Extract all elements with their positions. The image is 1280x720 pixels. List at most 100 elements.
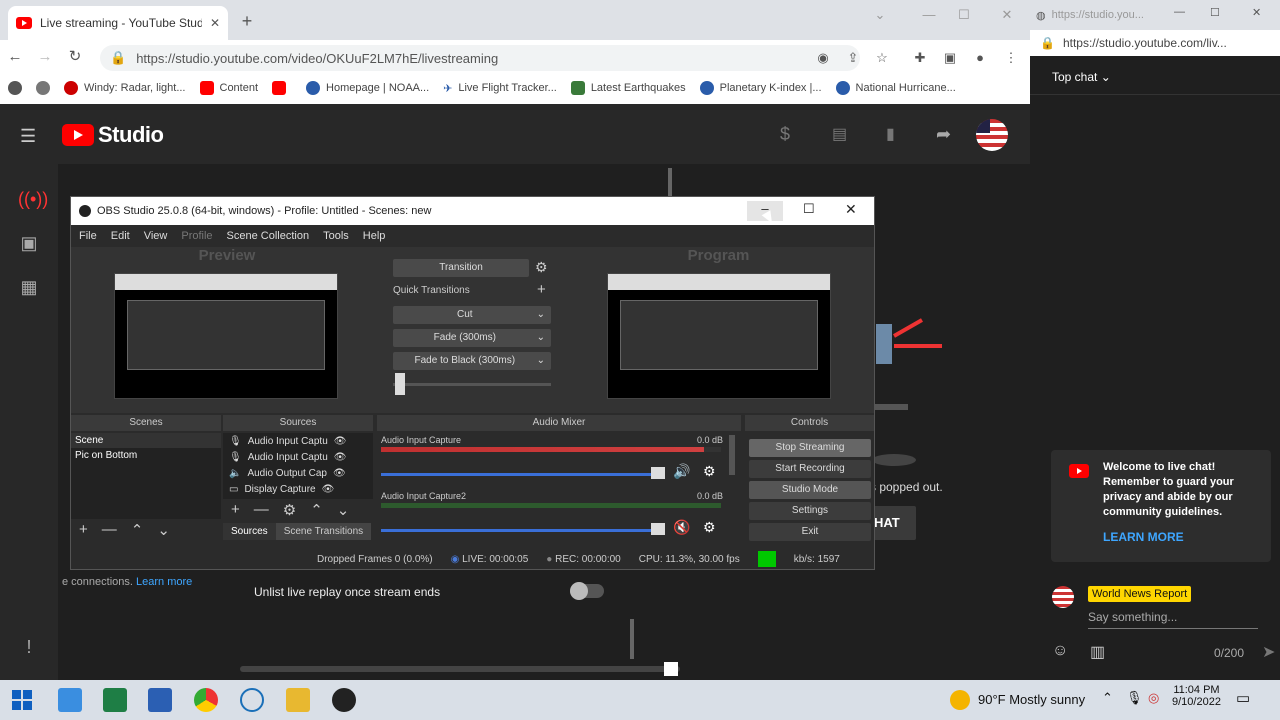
maximize-icon[interactable]: ☐ xyxy=(1210,6,1220,19)
avatar[interactable] xyxy=(976,119,1008,151)
down-icon[interactable]: ⌄ xyxy=(157,521,170,539)
volume-slider[interactable] xyxy=(381,473,661,476)
close-icon[interactable]: ✕ xyxy=(1252,6,1261,19)
send-icon[interactable]: ➤ xyxy=(1262,642,1275,662)
volume-slider-handle[interactable] xyxy=(651,523,665,535)
notification-icon[interactable]: ▭ xyxy=(1236,689,1250,707)
menu-edit[interactable]: Edit xyxy=(111,230,130,242)
gear-icon[interactable]: ⚙ xyxy=(703,463,716,480)
vertical-scrollbar[interactable] xyxy=(630,619,634,659)
up-icon[interactable]: ⌃ xyxy=(310,501,323,519)
bookmark-item[interactable]: Homepage | NOAA... xyxy=(306,81,429,95)
settings-button[interactable]: Settings xyxy=(749,502,871,520)
reload-icon[interactable]: ↻ xyxy=(66,48,84,66)
eye-off-icon[interactable]: ◉ xyxy=(815,50,831,66)
close-window-icon[interactable]: ✕ xyxy=(993,4,1021,26)
clapperboard-icon[interactable]: ▤ xyxy=(832,124,847,144)
mixer-scrollbar[interactable] xyxy=(729,435,735,475)
add-icon[interactable]: + xyxy=(231,501,240,519)
exit-button[interactable]: Exit xyxy=(749,523,871,541)
bookmark-icon[interactable]: ▮ xyxy=(886,124,895,144)
volume-slider[interactable] xyxy=(381,529,661,532)
transition-fade[interactable]: Fade (300ms) ⌄ xyxy=(393,329,551,347)
calendar-icon[interactable]: ▦ xyxy=(18,276,40,298)
menu-profile[interactable]: Profile xyxy=(181,230,212,242)
profile-icon[interactable]: ● xyxy=(972,50,988,66)
globe-icon[interactable] xyxy=(8,81,22,95)
chat-input[interactable]: Say something... xyxy=(1088,610,1177,624)
bookmark-item[interactable]: Planetary K-index |... xyxy=(699,81,822,95)
address-bar[interactable]: 🔒 https://studio.youtube.com/video/OKUuF… xyxy=(100,45,860,71)
chevron-up-icon[interactable]: ⌃ xyxy=(1102,690,1113,706)
eye-icon[interactable]: 👁 xyxy=(333,468,346,479)
browser-tab[interactable]: Live streaming - YouTube Studio ✕ xyxy=(8,6,228,40)
source-item[interactable]: 🎙 Audio Input Captu 👁 xyxy=(223,433,375,449)
preview-screen[interactable] xyxy=(114,273,338,399)
bookmark-item[interactable]: ✈ Live Flight Tracker... xyxy=(443,82,557,95)
menu-kebab-icon[interactable]: ⋮ xyxy=(1003,50,1019,66)
transition-button[interactable]: Transition xyxy=(393,259,529,277)
menu-view[interactable]: View xyxy=(144,230,168,242)
mail-icon[interactable] xyxy=(58,688,82,712)
close-icon[interactable]: ✕ xyxy=(845,201,857,218)
down-icon[interactable]: ⌄ xyxy=(337,501,350,519)
up-icon[interactable]: ⌃ xyxy=(131,521,144,539)
camera-icon[interactable]: ▣ xyxy=(18,232,40,254)
eye-icon[interactable]: 👁 xyxy=(334,436,347,447)
gear-icon[interactable]: ⚙ xyxy=(703,519,716,536)
learn-more-link[interactable]: Learn more xyxy=(136,576,192,588)
microphone-icon[interactable]: 🎙 xyxy=(1126,690,1143,706)
eye-icon[interactable]: 👁 xyxy=(334,452,347,463)
star-icon[interactable]: ☆ xyxy=(874,50,890,66)
chrome-icon[interactable] xyxy=(194,688,218,712)
word-icon[interactable] xyxy=(148,688,172,712)
t-bar-handle[interactable] xyxy=(395,373,405,395)
unlist-replay-toggle[interactable] xyxy=(570,582,604,600)
mute-icon[interactable]: 🔇 xyxy=(673,519,690,536)
popup-urlbar[interactable]: 🔒 https://studio.youtube.com/liv... xyxy=(1030,30,1280,56)
close-tab-icon[interactable]: ✕ xyxy=(210,16,220,30)
minimize-icon[interactable]: — xyxy=(915,4,943,26)
scene-item[interactable]: Pic on Bottom xyxy=(71,448,221,463)
scroll-handle[interactable] xyxy=(664,662,678,676)
share-icon[interactable]: ⇪ xyxy=(845,50,861,66)
file-explorer-icon[interactable] xyxy=(286,688,310,712)
bookmark-item[interactable]: Latest Earthquakes xyxy=(570,81,686,95)
poll-icon[interactable]: ▥ xyxy=(1090,642,1105,662)
transition-fade-black[interactable]: Fade to Black (300ms) ⌄ xyxy=(393,352,551,370)
back-icon[interactable]: ← xyxy=(6,48,24,66)
remove-icon[interactable]: — xyxy=(102,521,117,539)
side-panel-icon[interactable]: ▣ xyxy=(942,50,958,66)
windows-start-icon[interactable] xyxy=(12,690,32,710)
hamburger-menu-icon[interactable]: ☰ xyxy=(20,126,36,147)
eye-icon[interactable]: 👁 xyxy=(322,484,335,495)
horizontal-scrollbar[interactable] xyxy=(240,666,680,672)
maximize-icon[interactable]: ☐ xyxy=(803,201,815,217)
monetization-icon[interactable]: $ xyxy=(780,124,790,145)
gear-icon[interactable]: ⚙ xyxy=(535,259,548,276)
minimize-icon[interactable]: — xyxy=(1174,6,1185,18)
menu-scene-collection[interactable]: Scene Collection xyxy=(227,230,310,242)
excel-icon[interactable] xyxy=(103,688,127,712)
network-icon[interactable]: ◎ xyxy=(1148,690,1159,706)
obs-taskbar-icon[interactable] xyxy=(332,688,356,712)
chat-mode-dropdown[interactable]: Top chat ⌄ xyxy=(1052,70,1111,84)
new-tab-icon[interactable]: + xyxy=(236,10,258,32)
tab-sources[interactable]: Sources xyxy=(223,523,276,540)
clock[interactable]: 11:04 PM 9/10/2022 xyxy=(1172,684,1221,708)
learn-more-button[interactable]: LEARN MORE xyxy=(1103,530,1184,544)
remove-icon[interactable]: — xyxy=(254,501,269,519)
bookmark-item[interactable] xyxy=(272,81,292,95)
source-item[interactable]: ▭ Display Capture 👁 xyxy=(223,481,375,497)
vertical-scrollbar[interactable] xyxy=(668,168,672,198)
forward-icon[interactable]: → xyxy=(36,48,54,66)
source-item[interactable]: 🎙 Audio Input Captu 👁 xyxy=(223,449,375,465)
extensions-icon[interactable]: ✚ xyxy=(912,50,928,66)
live-stream-icon[interactable]: ((•)) xyxy=(18,188,48,210)
share-arrow-icon[interactable]: ➦ xyxy=(936,124,951,145)
globe-icon[interactable] xyxy=(36,81,50,95)
menu-tools[interactable]: Tools xyxy=(323,230,349,242)
start-recording-button[interactable]: Start Recording xyxy=(749,460,871,478)
menu-help[interactable]: Help xyxy=(363,230,386,242)
stop-streaming-button[interactable]: Stop Streaming xyxy=(749,439,871,457)
